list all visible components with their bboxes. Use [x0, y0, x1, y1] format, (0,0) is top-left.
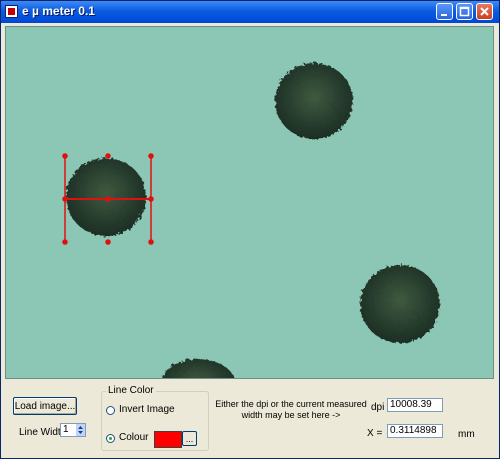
dpi-field[interactable]: 10008.39 — [387, 398, 443, 412]
line-width-spinner[interactable]: 1 — [60, 423, 86, 437]
invert-image-radio[interactable] — [106, 406, 115, 415]
colour-swatch[interactable] — [154, 431, 182, 448]
handle[interactable] — [62, 153, 68, 159]
colour-radio[interactable] — [106, 434, 115, 443]
handle[interactable] — [148, 196, 154, 202]
minimize-button[interactable] — [436, 3, 453, 20]
colour-browse-button[interactable]: ... — [182, 431, 197, 446]
particle — [66, 158, 146, 236]
handle[interactable] — [105, 153, 111, 159]
width-field[interactable]: 0.3114898 — [387, 424, 443, 438]
particle — [275, 63, 353, 139]
line-color-group: Line Color Invert Image Colour ... — [101, 385, 209, 451]
x-label: X = — [367, 428, 383, 439]
handle[interactable] — [62, 239, 68, 245]
title-bar[interactable]: e µ meter 0.1 — [1, 1, 499, 23]
control-panel: Load image... Line Width 1 Line Color In… — [5, 381, 494, 454]
line-color-title: Line Color — [106, 385, 156, 396]
spinner-arrows[interactable] — [76, 424, 85, 436]
minimize-icon — [441, 14, 447, 16]
window-title: e µ meter 0.1 — [22, 4, 95, 18]
handle[interactable] — [105, 239, 111, 245]
handle[interactable] — [148, 153, 154, 159]
microscope-image[interactable] — [6, 27, 494, 379]
handle[interactable] — [62, 196, 68, 202]
info-line-1: Either the dpi or the current measured — [215, 399, 367, 409]
up-down-arrow-icon — [78, 426, 83, 434]
image-view[interactable] — [5, 26, 494, 379]
info-text: Either the dpi or the current measured w… — [215, 399, 367, 421]
close-icon — [480, 7, 489, 16]
invert-image-label[interactable]: Invert Image — [119, 404, 175, 415]
handle[interactable] — [105, 196, 111, 202]
unit-label: mm — [458, 429, 475, 440]
handle[interactable] — [148, 239, 154, 245]
maximize-button[interactable] — [456, 3, 473, 20]
close-button[interactable] — [476, 3, 493, 20]
dpi-label: dpi — [371, 402, 385, 413]
app-window: e µ meter 0.1 Load image... Line Width 1… — [0, 0, 500, 459]
line-width-value[interactable]: 1 — [63, 424, 69, 435]
load-image-button[interactable]: Load image... — [13, 397, 77, 415]
info-line-2: width may be set here -> — [241, 410, 341, 420]
particle — [360, 265, 440, 343]
colour-label[interactable]: Colour — [119, 432, 148, 443]
app-icon[interactable] — [5, 5, 18, 18]
maximize-icon — [459, 6, 470, 17]
